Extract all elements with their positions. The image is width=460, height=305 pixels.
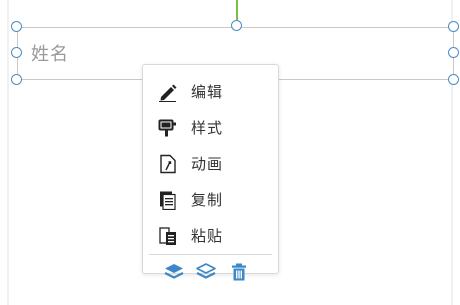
menu-item-style[interactable]: 样式: [143, 111, 278, 143]
edit-pencil-icon: [158, 82, 178, 103]
resize-handle-middle-left[interactable]: [11, 47, 22, 58]
field-placeholder: 姓名: [31, 44, 69, 65]
copy-icon: [158, 190, 178, 211]
menu-item-label: 动画: [191, 155, 224, 173]
menu-item-label: 样式: [191, 119, 224, 137]
layer-down-icon[interactable]: [195, 262, 217, 282]
context-menu: 编辑 样式 动画 复制 粘贴: [142, 64, 279, 281]
resize-handle-top-left[interactable]: [11, 21, 22, 32]
menu-item-paste[interactable]: 粘贴: [143, 219, 278, 251]
canvas-left-rule: [7, 0, 9, 305]
delete-trash-icon[interactable]: [228, 262, 250, 282]
menu-item-label: 编辑: [191, 83, 224, 101]
resize-handle-top-right[interactable]: [448, 21, 459, 32]
resize-handle-bottom-right[interactable]: [448, 74, 459, 85]
menu-divider: [149, 254, 272, 255]
animation-icon: [158, 154, 178, 174]
menu-item-label: 复制: [191, 191, 224, 209]
resize-handle-middle-right[interactable]: [448, 47, 459, 58]
menu-item-label: 粘贴: [191, 227, 224, 245]
paste-icon: [158, 226, 178, 246]
menu-item-edit[interactable]: 编辑: [143, 75, 278, 107]
resize-handle-bottom-left[interactable]: [11, 74, 22, 85]
menu-item-copy[interactable]: 复制: [143, 183, 278, 215]
rotate-handle-stem: [236, 0, 238, 20]
style-brush-icon: [158, 118, 178, 138]
rotate-handle[interactable]: [231, 20, 242, 31]
layer-up-icon[interactable]: [163, 262, 185, 282]
menu-item-animation[interactable]: 动画: [143, 147, 278, 179]
editor-canvas[interactable]: 姓名 编辑 样式 动画 复制 粘贴: [0, 0, 460, 305]
